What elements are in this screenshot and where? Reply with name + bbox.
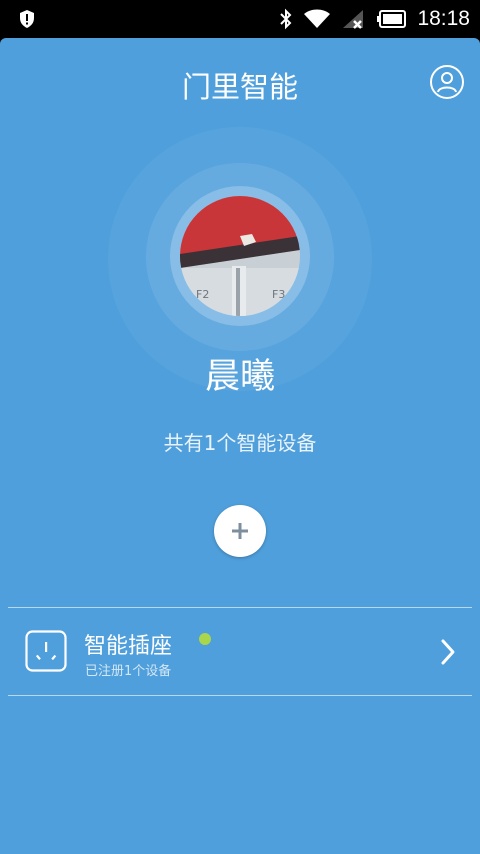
device-row[interactable]: 智能插座 已注册1个设备 bbox=[8, 608, 472, 694]
username: 晨曦 bbox=[204, 357, 275, 397]
power-socket-icon bbox=[25, 630, 67, 672]
plus-icon bbox=[232, 523, 248, 539]
svg-text:F2: F2 bbox=[196, 288, 209, 301]
battery-icon bbox=[377, 10, 407, 28]
page-title: 门里智能 bbox=[181, 70, 298, 104]
device-subtitle: 已注册1个设备 bbox=[85, 664, 172, 679]
status-bar: 18:18 bbox=[0, 0, 480, 38]
wifi-icon bbox=[304, 9, 331, 28]
avatar-photo: F2 F3 bbox=[180, 196, 300, 316]
chevron-right-icon[interactable] bbox=[438, 638, 458, 666]
user-circle-icon bbox=[437, 72, 457, 93]
device-summary: 共有1个智能设备 bbox=[163, 431, 317, 455]
bluetooth-icon bbox=[280, 8, 292, 30]
user-profile-button[interactable] bbox=[430, 65, 464, 99]
online-status-dot bbox=[199, 633, 211, 645]
screen: 18:18 门里智能 F2 F3 晨曦 共有1个智能设备 智能插座 已注册1个设… bbox=[0, 0, 480, 854]
divider-bottom bbox=[8, 695, 472, 696]
shield-alert-icon bbox=[20, 10, 34, 28]
avatar[interactable]: F2 F3 bbox=[180, 196, 300, 316]
status-icons: 18:18 bbox=[279, 0, 470, 38]
status-time: 18:18 bbox=[417, 7, 470, 30]
device-name: 智能插座 bbox=[84, 634, 173, 659]
add-device-button[interactable] bbox=[214, 505, 266, 557]
signal-off-icon bbox=[343, 10, 364, 29]
app-container: 门里智能 F2 F3 晨曦 共有1个智能设备 智能插座 已注册1个设备 bbox=[0, 38, 480, 854]
